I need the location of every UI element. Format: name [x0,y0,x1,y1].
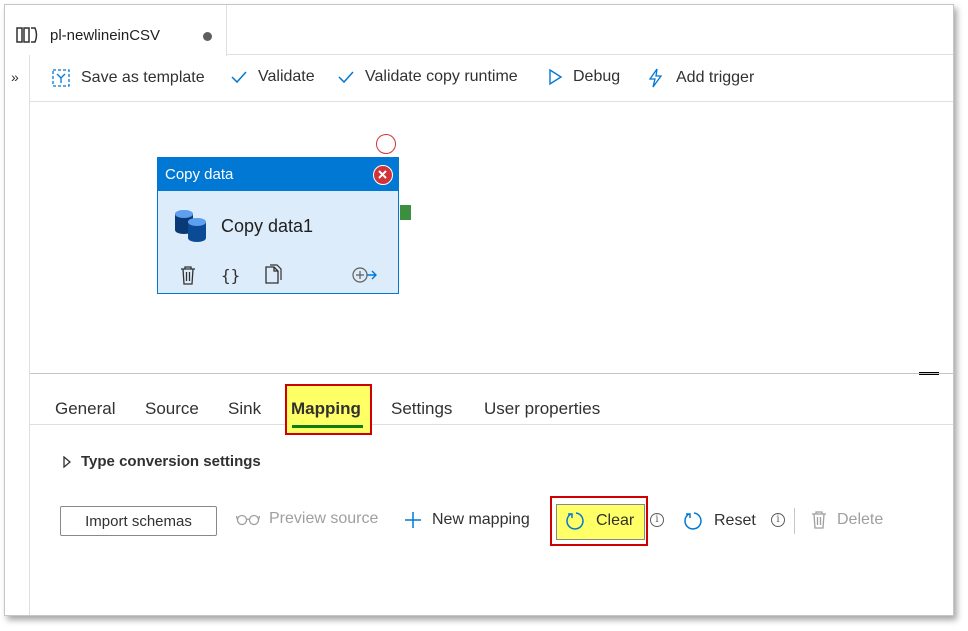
save-as-template-button[interactable]: Save as template [51,68,205,88]
unsaved-indicator-dot [203,32,212,41]
pipeline-toolbar: Save as template Validate Validate copy … [30,56,953,102]
lightning-bolt-icon [648,68,663,88]
reset-info-icon[interactable]: i [771,513,785,527]
expand-panel-chevron-icon[interactable]: » [11,69,19,85]
glasses-icon [236,514,260,526]
preview-source-label: Preview source [269,510,379,527]
copy-icon[interactable] [263,264,283,286]
properties-splitter[interactable] [30,373,953,374]
clear-label: Clear [596,512,635,529]
properties-tabs: General Source Sink Mapping Settings Use… [30,377,953,435]
template-icon [52,69,70,87]
new-mapping-button[interactable]: New mapping [403,510,530,530]
adf-pipeline-editor: pl-newlineinCSV » Save as template Valid… [4,4,954,616]
preview-source-button[interactable]: Preview source [236,510,378,528]
trash-icon[interactable] [178,264,198,286]
code-braces-icon[interactable]: {} [220,264,242,286]
checkmark-icon [231,71,247,84]
debug-label: Debug [573,68,621,85]
tab-mapping[interactable]: Mapping [291,399,361,419]
add-trigger-label: Add trigger [676,69,755,86]
tab-general[interactable]: General [55,399,115,419]
type-conversion-label: Type conversion settings [81,453,261,470]
remove-activity-close-icon[interactable] [373,165,393,185]
tab-sink[interactable]: Sink [228,399,261,419]
type-conversion-settings-toggle[interactable]: Type conversion settings [63,453,261,470]
checkmark-icon [338,71,354,84]
document-tab-strip: pl-newlineinCSV [5,5,953,56]
error-indicator-circle [376,134,396,154]
active-tab-underline [292,425,363,428]
tab-settings[interactable]: Settings [391,399,452,419]
activity-header: Copy data [158,158,398,191]
validate-label: Validate [258,68,315,85]
reset-button[interactable]: Reset [683,510,756,532]
import-schemas-button[interactable]: Import schemas [60,506,217,536]
delete-label: Delete [837,511,884,528]
refresh-icon [566,512,584,530]
clear-button[interactable]: Clear [565,510,634,532]
tab-source[interactable]: Source [145,399,199,419]
activity-type-label: Copy data [165,166,234,183]
add-output-arrow-icon[interactable] [350,264,378,286]
pipeline-icon [16,27,38,43]
validate-button[interactable]: Validate [230,68,315,86]
debug-button[interactable]: Debug [547,68,620,86]
reset-icon [684,512,702,530]
expand-triangle-icon [63,455,71,468]
activity-actions: {} [158,259,398,293]
left-panel-divider [29,55,30,615]
activity-name: Copy data1 [221,216,314,236]
new-mapping-label: New mapping [432,511,530,528]
validate-copy-runtime-button[interactable]: Validate copy runtime [337,68,518,86]
add-trigger-button[interactable]: Add trigger [646,68,754,88]
play-icon [549,68,563,86]
plus-icon [405,512,421,528]
trash-icon [812,511,826,529]
copy-data-activity[interactable]: Copy data Copy data1 {} [157,157,399,294]
success-output-port[interactable] [400,205,411,220]
save-as-template-label: Save as template [81,69,205,86]
svg-text:{}: {} [221,266,240,285]
copy-database-icon [175,210,206,242]
validate-copy-runtime-label: Validate copy runtime [365,68,518,85]
clear-info-icon[interactable]: i [650,513,664,527]
delete-button[interactable]: Delete [810,510,883,530]
reset-label: Reset [714,512,756,529]
command-divider [794,508,795,534]
pipeline-name: pl-newlineinCSV [50,27,161,44]
pipeline-tab[interactable]: pl-newlineinCSV [5,5,227,56]
tab-user-properties[interactable]: User properties [484,399,600,419]
